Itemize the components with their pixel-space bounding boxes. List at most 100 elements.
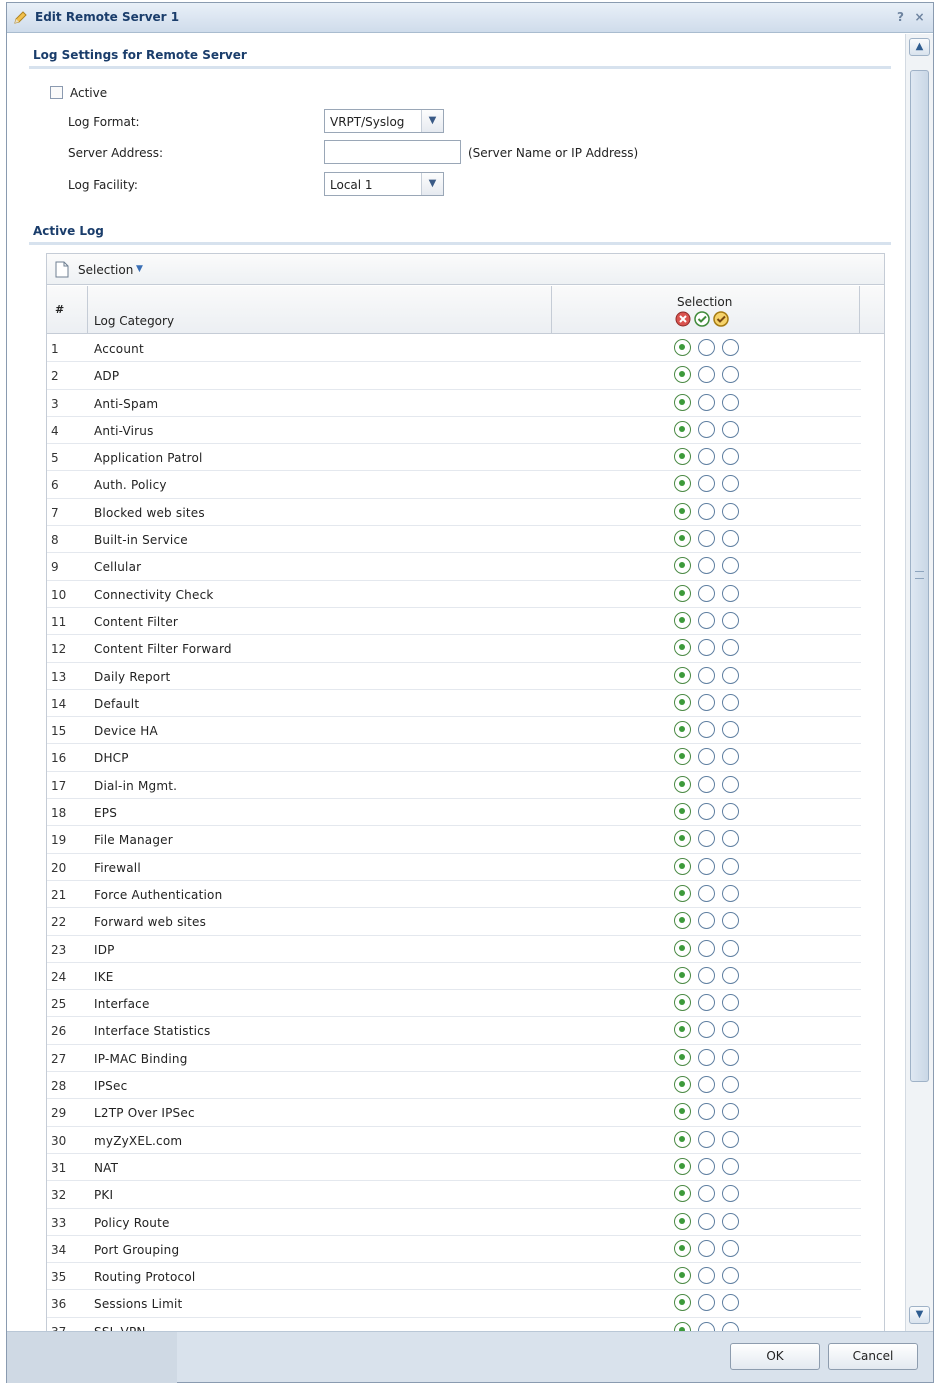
radio-disable[interactable] bbox=[674, 1239, 691, 1257]
radio-enable-normal[interactable] bbox=[698, 748, 715, 766]
radio-disable[interactable] bbox=[674, 1076, 691, 1094]
radio-enable-debug[interactable] bbox=[722, 966, 739, 984]
radio-enable-debug[interactable] bbox=[722, 666, 739, 684]
radio-disable[interactable] bbox=[674, 830, 691, 848]
vertical-scrollbar[interactable]: ▲ ▼ bbox=[905, 34, 933, 1331]
help-icon[interactable]: ? bbox=[893, 10, 908, 25]
scrollbar-thumb[interactable] bbox=[910, 70, 929, 1082]
radio-disable[interactable] bbox=[674, 530, 691, 548]
radio-enable-normal[interactable] bbox=[698, 830, 715, 848]
radio-disable[interactable] bbox=[674, 1212, 691, 1230]
radio-enable-normal[interactable] bbox=[698, 912, 715, 930]
radio-enable-normal[interactable] bbox=[698, 1239, 715, 1257]
active-checkbox[interactable] bbox=[50, 86, 63, 99]
ok-button[interactable]: OK bbox=[730, 1343, 820, 1370]
radio-enable-normal[interactable] bbox=[698, 1294, 715, 1312]
radio-enable-normal[interactable] bbox=[698, 1267, 715, 1285]
radio-enable-normal[interactable] bbox=[698, 1076, 715, 1094]
radio-disable[interactable] bbox=[674, 1157, 691, 1175]
radio-enable-normal[interactable] bbox=[698, 857, 715, 875]
radio-enable-debug[interactable] bbox=[722, 1130, 739, 1148]
radio-enable-normal[interactable] bbox=[698, 884, 715, 902]
radio-enable-normal[interactable] bbox=[698, 393, 715, 411]
radio-disable[interactable] bbox=[674, 1321, 691, 1331]
chevron-down-icon[interactable]: ▼ bbox=[421, 173, 443, 195]
radio-disable[interactable] bbox=[674, 884, 691, 902]
radio-disable[interactable] bbox=[674, 584, 691, 602]
radio-enable-normal[interactable] bbox=[698, 721, 715, 739]
radio-disable[interactable] bbox=[674, 912, 691, 930]
radio-enable-debug[interactable] bbox=[722, 1212, 739, 1230]
chevron-down-icon[interactable]: ▼ bbox=[421, 110, 443, 132]
radio-enable-debug[interactable] bbox=[722, 994, 739, 1012]
radio-enable-normal[interactable] bbox=[698, 966, 715, 984]
radio-enable-debug[interactable] bbox=[722, 530, 739, 548]
radio-enable-normal[interactable] bbox=[698, 939, 715, 957]
radio-enable-debug[interactable] bbox=[722, 803, 739, 821]
radio-enable-debug[interactable] bbox=[722, 420, 739, 438]
radio-disable[interactable] bbox=[674, 1103, 691, 1121]
radio-disable[interactable] bbox=[674, 611, 691, 629]
radio-enable-debug[interactable] bbox=[722, 475, 739, 493]
radio-disable[interactable] bbox=[674, 721, 691, 739]
radio-disable[interactable] bbox=[674, 502, 691, 520]
radio-enable-normal[interactable] bbox=[698, 666, 715, 684]
caret-down-icon[interactable]: ▼ bbox=[136, 264, 143, 274]
cancel-button[interactable]: Cancel bbox=[828, 1343, 918, 1370]
radio-enable-debug[interactable] bbox=[722, 1267, 739, 1285]
radio-disable[interactable] bbox=[674, 339, 691, 356]
radio-disable[interactable] bbox=[674, 639, 691, 657]
enable-normal-all-icon[interactable] bbox=[694, 311, 710, 327]
radio-enable-debug[interactable] bbox=[722, 639, 739, 657]
radio-disable[interactable] bbox=[674, 748, 691, 766]
radio-disable[interactable] bbox=[674, 1267, 691, 1285]
enable-debug-all-icon[interactable] bbox=[713, 311, 729, 327]
radio-enable-normal[interactable] bbox=[698, 557, 715, 575]
radio-enable-debug[interactable] bbox=[722, 912, 739, 930]
radio-disable[interactable] bbox=[674, 1021, 691, 1039]
radio-disable[interactable] bbox=[674, 366, 691, 384]
radio-disable[interactable] bbox=[674, 803, 691, 821]
radio-enable-normal[interactable] bbox=[698, 1021, 715, 1039]
radio-enable-normal[interactable] bbox=[698, 448, 715, 466]
radio-disable[interactable] bbox=[674, 693, 691, 711]
radio-disable[interactable] bbox=[674, 857, 691, 875]
radio-enable-debug[interactable] bbox=[722, 884, 739, 902]
radio-disable[interactable] bbox=[674, 939, 691, 957]
radio-enable-normal[interactable] bbox=[698, 1321, 715, 1331]
radio-disable[interactable] bbox=[674, 1185, 691, 1203]
radio-enable-normal[interactable] bbox=[698, 1048, 715, 1066]
radio-enable-debug[interactable] bbox=[722, 1021, 739, 1039]
radio-enable-normal[interactable] bbox=[698, 502, 715, 520]
radio-enable-debug[interactable] bbox=[722, 1103, 739, 1121]
radio-enable-debug[interactable] bbox=[722, 775, 739, 793]
radio-disable[interactable] bbox=[674, 775, 691, 793]
radio-enable-debug[interactable] bbox=[722, 557, 739, 575]
radio-enable-normal[interactable] bbox=[698, 1212, 715, 1230]
radio-enable-debug[interactable] bbox=[722, 939, 739, 957]
radio-enable-normal[interactable] bbox=[698, 530, 715, 548]
radio-enable-debug[interactable] bbox=[722, 502, 739, 520]
radio-enable-normal[interactable] bbox=[698, 420, 715, 438]
server-address-input[interactable] bbox=[324, 140, 461, 164]
radio-enable-normal[interactable] bbox=[698, 475, 715, 493]
radio-enable-debug[interactable] bbox=[722, 584, 739, 602]
radio-enable-normal[interactable] bbox=[698, 693, 715, 711]
radio-disable[interactable] bbox=[674, 475, 691, 493]
radio-enable-debug[interactable] bbox=[722, 611, 739, 629]
radio-disable[interactable] bbox=[674, 1294, 691, 1312]
radio-disable[interactable] bbox=[674, 1130, 691, 1148]
radio-enable-normal[interactable] bbox=[698, 639, 715, 657]
radio-enable-normal[interactable] bbox=[698, 994, 715, 1012]
radio-enable-debug[interactable] bbox=[722, 721, 739, 739]
radio-enable-debug[interactable] bbox=[722, 366, 739, 384]
radio-enable-debug[interactable] bbox=[722, 1076, 739, 1094]
radio-enable-normal[interactable] bbox=[698, 1185, 715, 1203]
scroll-up-icon[interactable]: ▲ bbox=[909, 38, 930, 56]
radio-disable[interactable] bbox=[674, 420, 691, 438]
close-icon[interactable]: × bbox=[912, 10, 927, 25]
radio-disable[interactable] bbox=[674, 1048, 691, 1066]
radio-disable[interactable] bbox=[674, 666, 691, 684]
radio-disable[interactable] bbox=[674, 994, 691, 1012]
radio-enable-debug[interactable] bbox=[722, 448, 739, 466]
